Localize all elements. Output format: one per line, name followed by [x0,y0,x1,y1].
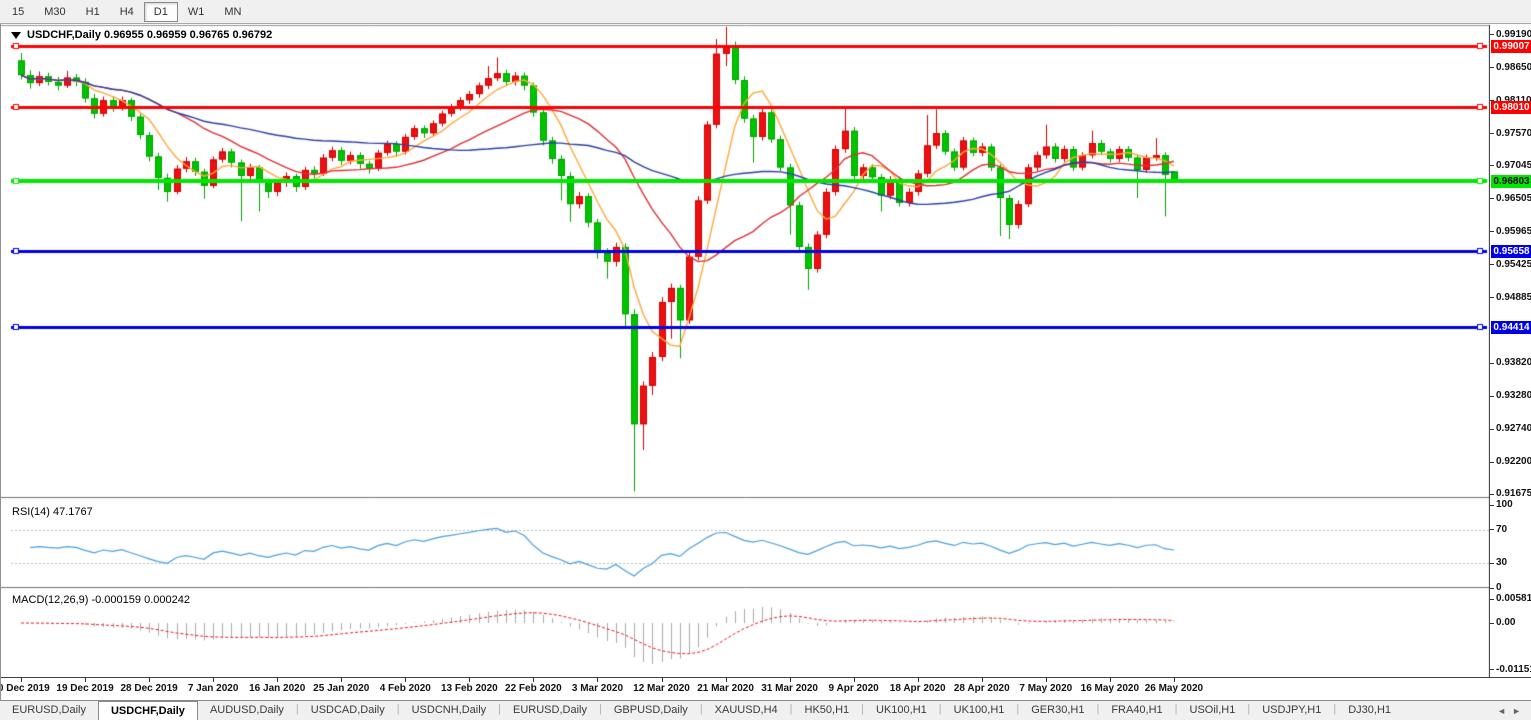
price-chart-canvas[interactable] [1,24,1490,677]
date-tick [597,678,598,682]
date-tick [1110,678,1111,682]
price-axis-label: 0.97570 [1496,128,1531,139]
date-tick [341,678,342,682]
date-tick [854,678,855,682]
date-axis-label: 28 Dec 2019 [120,683,177,694]
macd-axis-label: 0.005818 [1496,593,1531,604]
date-axis-label: 22 Feb 2020 [505,683,562,694]
chart-tabs-bar: EURUSD,DailyUSDCHF,DailyAUDUSD,Daily|USD… [0,700,1531,720]
date-tick [149,678,150,682]
date-tick [85,678,86,682]
hline-price-tag: 0.94414 [1491,321,1531,334]
date-axis-label: 16 Jan 2020 [249,683,305,694]
rsi-axis-label: 100 [1496,499,1513,510]
tab-usdjpy-h1[interactable]: USDJPY,H1 [1250,701,1333,720]
timeframe-button-15[interactable]: 15 [2,2,34,22]
chart-window: USDCHF,Daily 0.96955 0.96959 0.96765 0.9… [0,24,1531,700]
timeframe-button-w1[interactable]: W1 [178,2,215,22]
hline-price-tag: 0.98010 [1491,101,1531,114]
date-axis-label: 7 Jan 2020 [188,683,239,694]
date-tick [662,678,663,682]
date-tick [790,678,791,682]
trading-platform-window: 15M30H1H4D1W1MN USDCHF,Daily 0.96955 0.9… [0,0,1531,720]
timeframe-button-mn[interactable]: MN [214,2,251,22]
date-tick [405,678,406,682]
price-axis-label: 0.97045 [1496,160,1531,171]
date-axis-label: 26 May 2020 [1145,683,1203,694]
date-axis-label: 31 Mar 2020 [761,683,818,694]
hline-price-tag: 0.96803 [1491,175,1531,188]
timeframe-button-m30[interactable]: M30 [34,2,75,22]
date-axis-label: 7 May 2020 [1019,683,1072,694]
tab-uk100-h1[interactable]: UK100,H1 [942,701,1017,720]
rsi-axis-label: 0 [1496,582,1502,593]
price-axis-label: 0.95965 [1496,226,1531,237]
hline-price-tag: 0.95658 [1491,245,1531,258]
price-axis-label: 0.96505 [1496,193,1531,204]
date-tick [918,678,919,682]
price-axis-label: 0.93820 [1496,357,1531,368]
date-axis-label: 21 Mar 2020 [697,683,754,694]
tab-uk100-h1[interactable]: UK100,H1 [864,701,939,720]
chart-dropdown-icon [11,32,21,39]
macd-axis-label: -0.011514 [1496,664,1531,675]
date-axis-label: 12 Mar 2020 [633,683,690,694]
rsi-indicator-label: RSI(14) 47.1767 [12,506,93,518]
date-tick [21,678,22,682]
chart-symbol-title: USDCHF,Daily 0.96955 0.96959 0.96765 0.9… [11,29,272,41]
date-tick [469,678,470,682]
price-axis-label: 0.92200 [1496,456,1531,467]
chart-title-text: USDCHF,Daily 0.96955 0.96959 0.96765 0.9… [27,29,272,41]
rsi-axis-label: 30 [1496,557,1507,568]
date-tick [277,678,278,682]
date-axis-label: 19 Dec 2019 [56,683,113,694]
tab-hk50-h1[interactable]: HK50,H1 [793,701,862,720]
date-tick [213,678,214,682]
tab-fra40-h1[interactable]: FRA40,H1 [1099,701,1174,720]
date-tick [1174,678,1175,682]
tabs-scroll-right-icon[interactable]: ► [1512,706,1521,716]
timeframe-button-h4[interactable]: H4 [110,2,144,22]
price-axis-label: 0.91675 [1496,488,1531,499]
date-axis-label: 10 Dec 2019 [0,683,50,694]
date-axis-label: 16 May 2020 [1081,683,1139,694]
tab-ger30-h1[interactable]: GER30,H1 [1019,701,1096,720]
tab-usdcad-daily[interactable]: USDCAD,Daily [299,701,397,720]
price-axis-label: 0.92740 [1496,423,1531,434]
tab-usdcnh-daily[interactable]: USDCNH,Daily [400,701,499,720]
timeframe-toolbar: 15M30H1H4D1W1MN [0,0,1531,24]
tab-usoil-h1[interactable]: USOil,H1 [1178,701,1248,720]
tab-eurusd-daily[interactable]: EURUSD,Daily [0,701,98,720]
tab-audusd-daily[interactable]: AUDUSD,Daily [198,701,296,720]
price-axis-label: 0.93280 [1496,390,1531,401]
date-axis-label: 25 Jan 2020 [313,683,369,694]
date-axis-label: 4 Feb 2020 [380,683,431,694]
tab-usdchf-daily[interactable]: USDCHF,Daily [98,701,198,720]
price-axis-label: 0.95425 [1496,259,1531,270]
timeframe-button-h1[interactable]: H1 [76,2,110,22]
date-tick [982,678,983,682]
tab-gbpusd-daily[interactable]: GBPUSD,Daily [602,701,700,720]
rsi-axis-label: 70 [1496,524,1507,535]
date-axis-label: 3 Mar 2020 [572,683,623,694]
date-axis-label: 9 Apr 2020 [829,683,879,694]
tab-xauusd-h4[interactable]: XAUUSD,H4 [703,701,790,720]
date-axis-label: 18 Apr 2020 [890,683,946,694]
date-axis-label: 13 Feb 2020 [441,683,498,694]
tabs-scroll-left-icon[interactable]: ◄ [1497,706,1506,716]
date-tick [1046,678,1047,682]
date-tick [533,678,534,682]
tab-dj30-h1[interactable]: DJ30,H1 [1336,701,1403,720]
date-tick [726,678,727,682]
timeframe-button-d1[interactable]: D1 [144,2,178,22]
date-axis[interactable]: 10 Dec 2019 19 Dec 2019 28 Dec 2019 7 Jan 2… [1,677,1531,700]
macd-indicator-label: MACD(12,26,9) -0.000159 0.000242 [12,594,190,606]
price-axis-label: 0.98650 [1496,62,1531,73]
price-axis-label: 0.94885 [1496,292,1531,303]
price-axis-label: 0.99190 [1496,29,1531,40]
macd-axis-label: 0.00 [1496,617,1515,628]
tab-eurusd-daily[interactable]: EURUSD,Daily [501,701,599,720]
date-axis-label: 28 Apr 2020 [954,683,1010,694]
hline-price-tag: 0.99007 [1491,40,1531,53]
